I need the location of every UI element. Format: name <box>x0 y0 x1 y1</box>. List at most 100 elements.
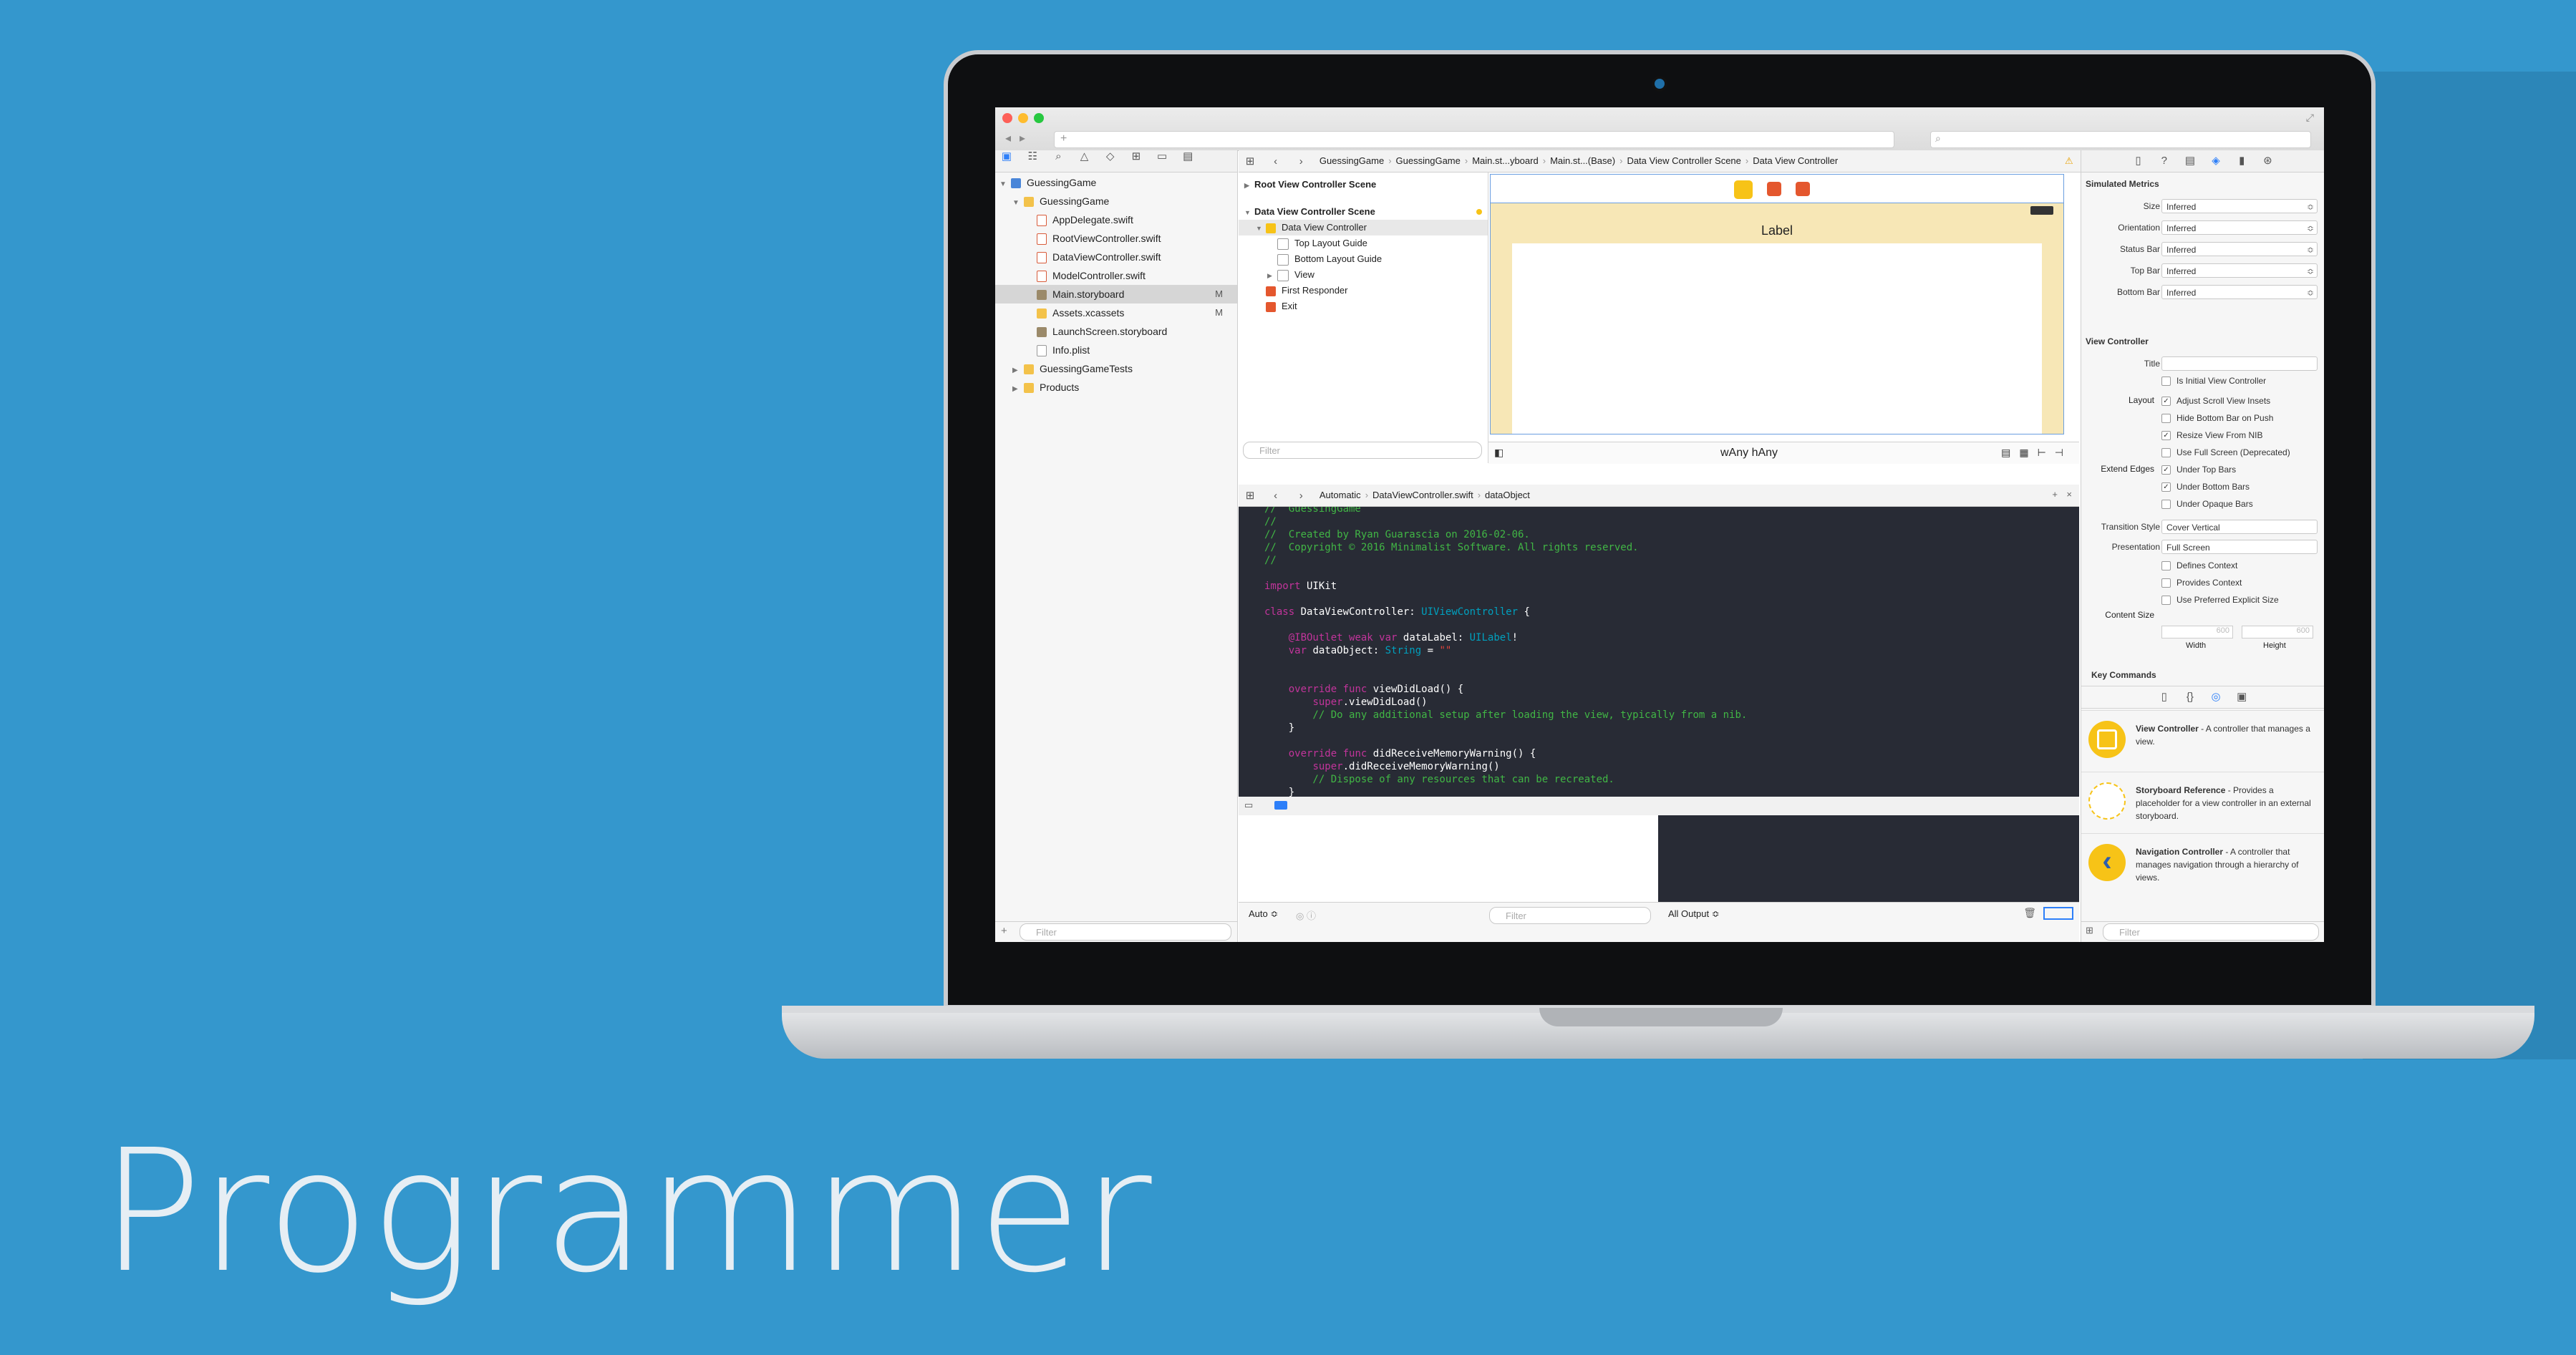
outline-item[interactable]: First Responder <box>1239 283 1488 298</box>
checkbox-box[interactable]: ✓ <box>2161 431 2171 441</box>
variables-filter-input[interactable]: Filter <box>1489 907 1651 924</box>
add-icon[interactable]: + <box>1001 925 1007 937</box>
forward-icon[interactable]: › <box>1295 490 1307 502</box>
checkbox[interactable]: ✓ Under Top Bars <box>2161 462 2236 477</box>
height-input[interactable]: 600 <box>2242 626 2313 638</box>
stepper-icon[interactable]: ≎ <box>2307 200 2314 214</box>
navigator-filter-input[interactable]: Filter <box>1020 923 1231 941</box>
breadcrumb-item[interactable]: dataObject <box>1485 490 1530 500</box>
breadcrumb-item[interactable]: DataViewController.swift <box>1372 490 1473 500</box>
list-item[interactable]: DataViewController.swift <box>995 248 1237 266</box>
outline-item[interactable]: Top Layout Guide <box>1239 235 1488 251</box>
exit-icon[interactable] <box>1796 182 1810 196</box>
debug-icon[interactable]: ⊞ <box>1130 151 1142 162</box>
stepper-icon[interactable]: ≎ <box>2307 286 2314 300</box>
report-icon[interactable]: ▤ <box>1182 151 1193 162</box>
list-item[interactable]: Assets.xcassets M <box>995 303 1237 322</box>
fullscreen-icon[interactable]: ⤢ <box>2306 112 2314 124</box>
help-icon[interactable]: ? <box>2159 155 2170 167</box>
identity-icon[interactable]: ▤ <box>2184 155 2196 167</box>
outline-item[interactable]: ▶ Root View Controller Scene <box>1239 177 1488 193</box>
checkbox-box[interactable] <box>2161 578 2171 588</box>
view-controller-scene[interactable]: Label <box>1490 203 2064 434</box>
disclosure-icon[interactable]: ▶ <box>1267 268 1277 283</box>
symbol-icon[interactable]: ☷ <box>1027 151 1038 162</box>
warning-icon[interactable]: ⚠ <box>2065 150 2081 173</box>
disclosure-icon[interactable]: ▼ <box>1256 220 1266 236</box>
list-item[interactable]: ▶ Products <box>995 378 1237 397</box>
close-window-button[interactable] <box>1002 113 1012 123</box>
checkbox-box[interactable] <box>2161 448 2171 458</box>
code-snippet-icon[interactable]: {} <box>2184 691 2196 703</box>
metric-select[interactable]: Inferred ≎ <box>2161 285 2318 299</box>
content-view[interactable] <box>1512 243 2042 434</box>
test-icon[interactable]: ◇ <box>1105 151 1116 162</box>
library-item[interactable]: View Controller - A controller that mana… <box>2081 710 2324 768</box>
view-controller-icon[interactable] <box>1734 180 1753 199</box>
title-input[interactable] <box>2161 356 2318 371</box>
breadcrumb-item[interactable]: GuessingGame <box>1320 155 1384 166</box>
outline-item[interactable]: Exit <box>1239 298 1488 314</box>
hide-debug-icon[interactable]: ▭ <box>1244 800 1253 811</box>
checkbox-box[interactable]: ✓ <box>2161 482 2171 492</box>
size-icon[interactable]: ▮ <box>2236 155 2247 167</box>
auto-select[interactable]: Auto ≎ <box>1249 908 1278 920</box>
library-item[interactable]: ‹ Navigation Controller - A controller th… <box>2081 833 2324 891</box>
file-template-icon[interactable]: ▯ <box>2159 691 2170 703</box>
library-filter-input[interactable]: Filter <box>2103 923 2319 941</box>
breakpoints-icon[interactable] <box>1274 801 1287 810</box>
checkbox[interactable]: Under Opaque Bars <box>2161 497 2253 511</box>
list-item[interactable]: Info.plist <box>995 341 1237 359</box>
checkbox-box[interactable] <box>2161 500 2171 510</box>
list-item[interactable]: Main.storyboard M <box>995 285 1237 303</box>
breadcrumb-item[interactable]: Main.st...yboard <box>1472 155 1539 166</box>
checkbox[interactable]: Use Preferred Explicit Size <box>2161 593 2279 607</box>
width-input[interactable]: 600 <box>2161 626 2233 638</box>
checkbox-box[interactable]: ✓ <box>2161 397 2171 407</box>
minimize-window-button[interactable] <box>1018 113 1028 123</box>
object-library-icon[interactable]: ◎ <box>2210 691 2222 703</box>
code-editor[interactable]: // GuessingGame//// Created by Ryan Guar… <box>1239 507 2079 797</box>
add-editor-icon[interactable]: + <box>2052 489 2058 500</box>
checkbox[interactable]: ✓ Resize View From NIB <box>2161 428 2262 442</box>
outline-item[interactable]: ▼ Data View Controller Scene <box>1239 204 1488 220</box>
outline-item[interactable]: ▼ Data View Controller <box>1239 220 1488 235</box>
forward-arrow-icon[interactable]: ▸ <box>1020 131 1025 145</box>
stepper-icon[interactable]: ≎ <box>2307 243 2314 257</box>
checkbox-box[interactable] <box>2161 596 2171 606</box>
stepper-icon[interactable]: ≎ <box>2307 221 2314 235</box>
grid-icon[interactable]: ⊞ <box>1244 490 1256 502</box>
list-item[interactable]: LaunchScreen.storyboard <box>995 322 1237 341</box>
autolayout-icons[interactable]: ▤▦⊢⊣ <box>2001 447 2072 459</box>
output-select[interactable]: All Output ≎ <box>1668 908 1720 920</box>
metric-select[interactable]: Inferred ≎ <box>2161 220 2318 235</box>
size-class-label[interactable]: wAny hAny <box>1720 447 1778 460</box>
metric-select[interactable]: Inferred ≎ <box>2161 199 2318 213</box>
info-icon[interactable]: ◎ ⓘ <box>1296 908 1316 922</box>
trash-icon[interactable]: 🗑 <box>2023 907 2036 919</box>
is-initial-checkbox[interactable]: Is Initial View Controller <box>2161 374 2266 388</box>
data-label[interactable]: Label <box>1491 223 2063 238</box>
attributes-icon[interactable]: ◈ <box>2210 155 2222 167</box>
checkbox[interactable]: ✓ Under Bottom Bars <box>2161 480 2250 494</box>
breadcrumb-item[interactable]: GuessingGame <box>1396 155 1461 166</box>
outline-item[interactable]: Bottom Layout Guide <box>1239 251 1488 267</box>
find-icon[interactable]: ⌕ <box>1052 151 1064 162</box>
transition-style-select[interactable]: Cover Vertical <box>2161 520 2318 534</box>
breadcrumb-item[interactable]: Data View Controller Scene <box>1627 155 1740 166</box>
presentation-select[interactable]: Full Screen <box>2161 540 2318 554</box>
checkbox-box[interactable]: ✓ <box>2161 465 2171 475</box>
list-item[interactable]: ▼ GuessingGame <box>995 192 1237 210</box>
metric-select[interactable]: Inferred ≎ <box>2161 242 2318 256</box>
list-item[interactable]: ▼ GuessingGame <box>995 173 1237 192</box>
breadcrumb-item[interactable]: Data View Controller <box>1753 155 1838 166</box>
metric-select[interactable]: Inferred ≎ <box>2161 263 2318 278</box>
disclosure-icon[interactable]: ▼ <box>1244 205 1254 220</box>
grid-icon[interactable]: ⊞ <box>1244 155 1256 167</box>
list-item[interactable]: ▶ GuessingGameTests <box>995 359 1237 378</box>
checkbox-box[interactable] <box>2161 561 2171 571</box>
checkbox[interactable]: Use Full Screen (Deprecated) <box>2161 445 2290 460</box>
back-icon[interactable]: ‹ <box>1270 155 1282 167</box>
breadcrumb-item[interactable]: Automatic <box>1320 490 1361 500</box>
search-field[interactable]: ⌕ <box>1930 131 2311 148</box>
